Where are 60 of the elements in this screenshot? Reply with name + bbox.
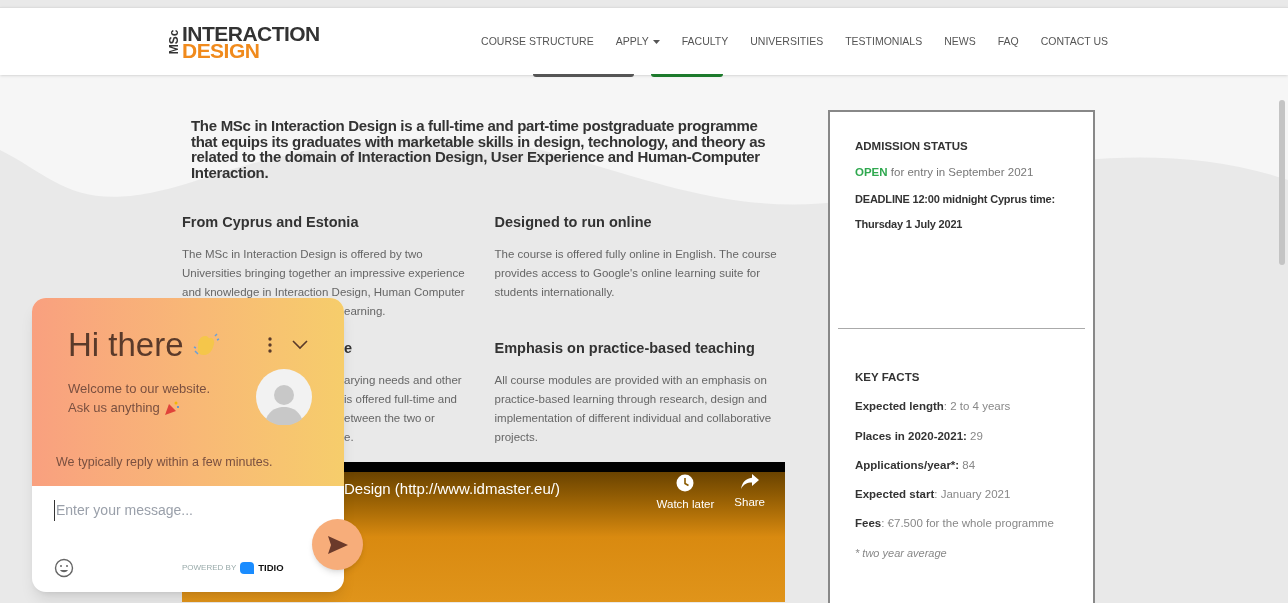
nav-link[interactable]: CONTACT US [1040, 33, 1108, 50]
feature-heading: Designed to run online [494, 213, 652, 233]
video-action-button[interactable]: Share [734, 474, 765, 514]
feature-text: practice-based learning through research, design and [494, 391, 767, 407]
status-text: OPEN for entry in September 2021 [855, 165, 1035, 181]
feature-heading: Emphasis on practice-based teaching [494, 339, 755, 359]
brand-text: TIDIO [258, 560, 284, 575]
feature-text: e. [344, 429, 354, 445]
deadline-text: DEADLINE 12:00 midnight Cyprus time: [855, 191, 1056, 207]
feature-text: All course modules are provided with an emphasis on [494, 372, 767, 388]
reply-time-text: We typically reply within a few minutes. [56, 454, 274, 472]
fact-text: Expected start: January 2021 [855, 487, 1012, 502]
footnote-text: * two year average [855, 545, 948, 561]
feature-text: projects. [494, 429, 538, 445]
feature-heading: From Cyprus and Estonia [182, 213, 359, 233]
feature-text: is offered full-time and [344, 391, 457, 407]
feature-text: provides access to Google's online learning suite for [494, 265, 761, 281]
nav-link[interactable]: COURSE STRUCTURE [481, 33, 594, 50]
caret-icon [652, 39, 660, 44]
nav-link[interactable]: UNIVERSITIES [750, 33, 824, 50]
feature-text: etween the two or [344, 410, 435, 426]
feature-text: arying needs and other [344, 372, 462, 388]
fact-text: Places in 2020-2021: 29 [855, 428, 984, 444]
feature-text: students internationally. [494, 284, 615, 300]
fact-text: Fees: €7.500 for the whole programme [855, 516, 1055, 532]
welcome-text: Ask us anything [68, 399, 160, 417]
agent-avatar [256, 369, 312, 425]
send-icon [327, 535, 348, 554]
party-popper-icon [163, 399, 180, 416]
feature-text: The course is offered fully online in English. The course [494, 246, 777, 262]
nav-link[interactable]: TESTIMONIALS [845, 33, 923, 50]
feature-text: The MSc in Interaction Design is offered by two [182, 246, 423, 262]
deadline-text: Thursday 1 July 2021 [855, 217, 964, 232]
collapse-chevron-icon[interactable] [292, 339, 308, 350]
feature-text: and knowledge in Interaction Design, Human Computer [182, 284, 465, 300]
message-input[interactable]: Enter your message... [54, 500, 284, 521]
clock-icon [676, 474, 695, 492]
scrollbar-thumb[interactable] [1279, 100, 1285, 265]
nav-link[interactable]: NEWS [944, 33, 976, 50]
more-options-icon[interactable] [268, 336, 272, 353]
feature-text: Universities bringing together an impressive experience [182, 265, 465, 281]
chat-title: Hi there [68, 328, 184, 361]
powered-by-text: POWERED BY [182, 562, 237, 574]
nav-link[interactable]: APPLY [615, 33, 660, 50]
feature-text: implementation of different individual and collaborative [494, 410, 772, 426]
share-icon [740, 474, 759, 490]
video-action-button[interactable]: Watch later [656, 474, 715, 514]
nav-link[interactable]: FACULTY [681, 33, 729, 50]
section-title: KEY FACTS [855, 370, 921, 385]
feature-heading: e [344, 339, 353, 359]
video-title: Design (http://www.idmaster.eu/) [344, 479, 560, 499]
chat-bubble-logo-icon [240, 562, 255, 574]
emoji-icon[interactable] [54, 558, 74, 578]
welcome-text: Welcome to our website. [68, 380, 211, 398]
fact-text: Expected length: 2 to 4 years [855, 399, 1012, 415]
intro-text: The MSc in Interaction Design is a full-time and part-time postgraduate programme that equips its graduates with marketable skills in design, technology, and theory as related to the domain of Interaction Design, User Experience and Human-Computer Interaction. [191, 118, 767, 180]
fact-text: Applications/year*: 84 [855, 457, 977, 473]
nav-link[interactable]: FAQ [997, 33, 1019, 50]
feature-text: earning. [344, 303, 386, 319]
section-title: ADMISSION STATUS [855, 139, 969, 154]
